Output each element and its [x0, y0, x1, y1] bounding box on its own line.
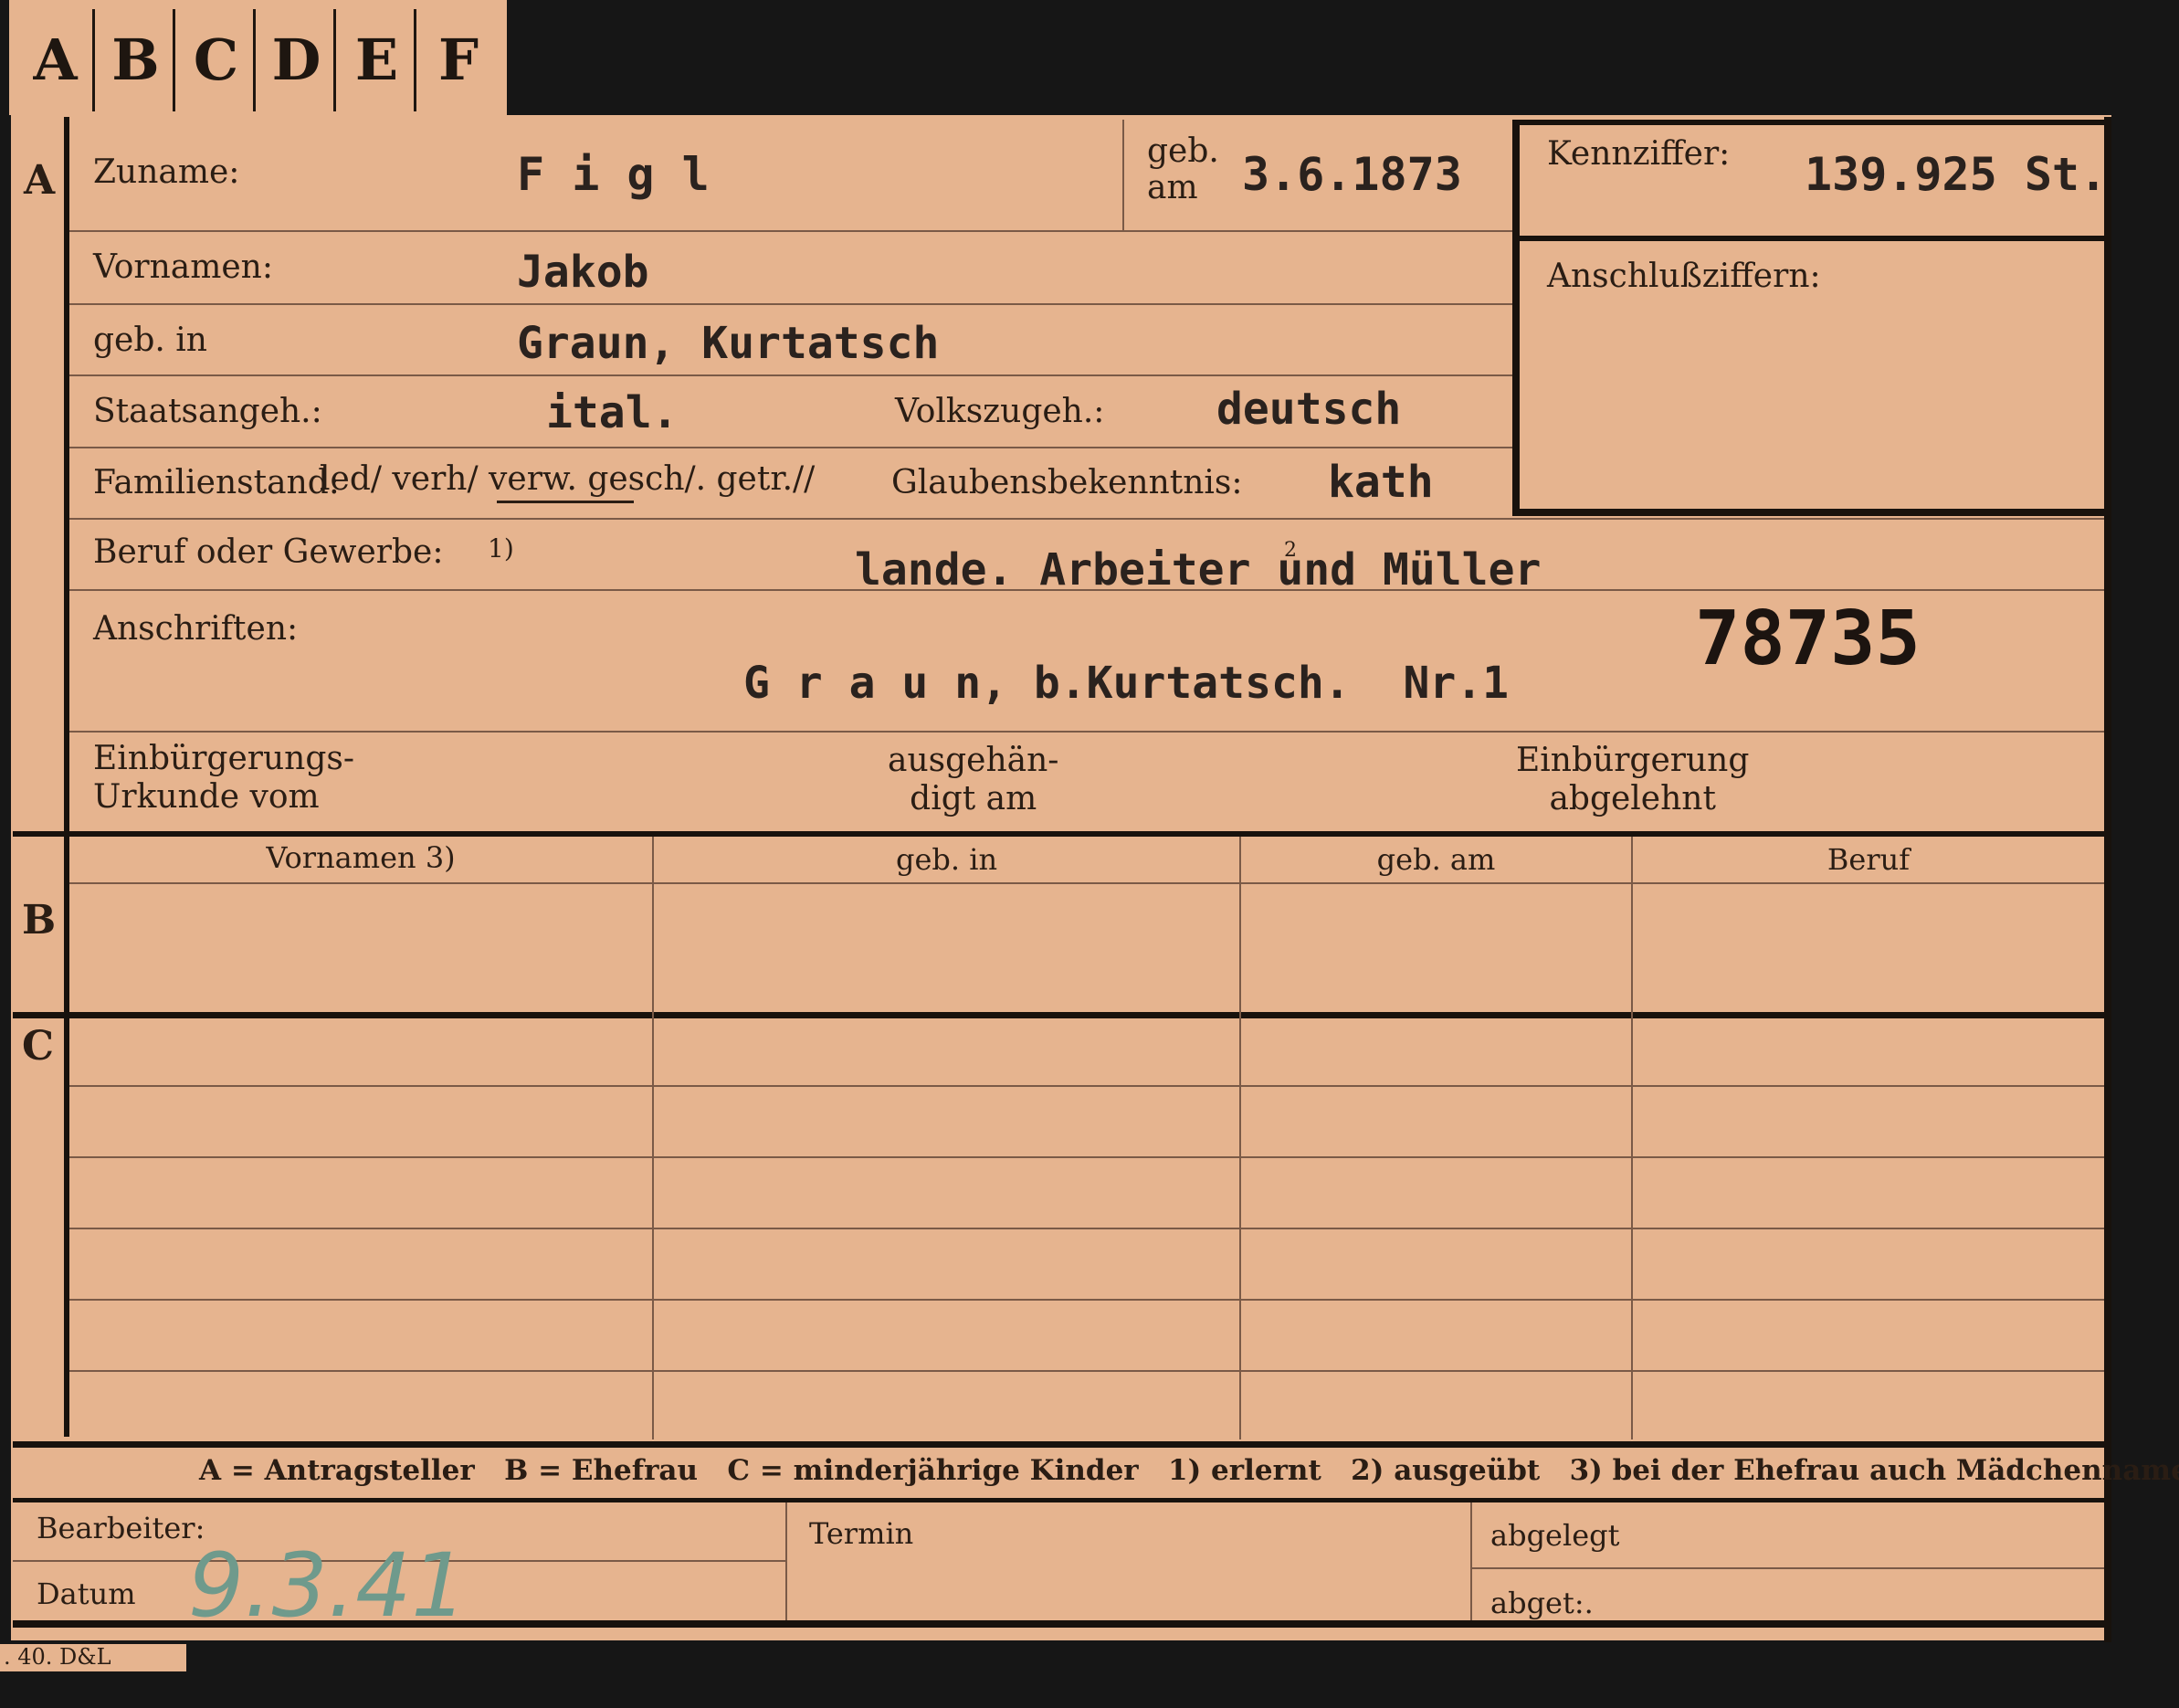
- rule: [69, 447, 1512, 448]
- date-label: Datum: [37, 1576, 136, 1611]
- handed-over-label: ausgehän- digt am: [888, 742, 1059, 817]
- kennziffer-box-bottom: [1512, 509, 2104, 516]
- marital-status-options[interactable]: led/ verh/ verw. gesch/. getr.//: [320, 460, 815, 498]
- section-a-marker: A: [24, 157, 56, 204]
- rule: [69, 230, 1512, 232]
- legend-bottom-rule: [13, 1498, 2104, 1502]
- tab-c[interactable]: C: [179, 9, 256, 111]
- citizenship-value[interactable]: ital.: [546, 387, 679, 438]
- tab-f[interactable]: F: [420, 9, 497, 111]
- rule: [69, 882, 2104, 884]
- legend-top-rule: [13, 1441, 2104, 1448]
- right-card-edge: [2104, 117, 2111, 1642]
- col-divider: [1239, 837, 1241, 1439]
- kennziffer-box-divider: [1512, 236, 2104, 241]
- left-section-rule: [64, 117, 69, 1437]
- section-b-marker: B: [22, 897, 57, 944]
- marital-status-label: Familienstand:: [93, 464, 340, 501]
- rule: [69, 518, 2104, 520]
- date-handwritten[interactable]: 9.3.41: [188, 1534, 467, 1637]
- address-value[interactable]: G r a u n, b.Kurtatsch. Nr.1: [743, 658, 1509, 709]
- rule: [69, 374, 1512, 376]
- birthplace-value[interactable]: Graun, Kurtatsch: [517, 318, 939, 369]
- rule: [69, 303, 1512, 305]
- spouse-birthplace-header: geb. in: [895, 842, 998, 877]
- tab-b[interactable]: B: [99, 9, 175, 111]
- legend: A = Antragsteller B = Ehefrau C = minder…: [199, 1454, 2179, 1487]
- birthplace-label: geb. in: [93, 322, 207, 359]
- rule: [1470, 1567, 2104, 1569]
- tab-e[interactable]: E: [340, 9, 416, 111]
- rule: [1122, 120, 1124, 230]
- citizenship-label: Staatsangeh.:: [93, 393, 322, 430]
- tab-d[interactable]: D: [259, 9, 336, 111]
- given-names-value[interactable]: Jakob: [517, 247, 649, 298]
- col-divider: [785, 1502, 787, 1621]
- stamped-number: 78735: [1695, 596, 1921, 682]
- addresses-label: Anschriften:: [93, 610, 299, 648]
- kennziffer-box-top: [1512, 120, 2104, 125]
- section-c-marker: C: [22, 1023, 55, 1070]
- religion-label: Glaubensbekenntnis:: [891, 464, 1243, 501]
- spouse-birthdate-header: geb. am: [1376, 842, 1496, 877]
- table-row: [69, 1085, 2104, 1087]
- filed-label: abgelegt: [1490, 1518, 1620, 1553]
- birth-date-label: geb. am: [1147, 132, 1219, 206]
- section-c-top-rule: [13, 1012, 2104, 1018]
- index-card: [11, 115, 2111, 1640]
- anschlussziffern-label: Anschlußziffern:: [1547, 258, 1821, 295]
- kennziffer-value[interactable]: 139.925 St.: [1805, 148, 2107, 201]
- occupation-label: Beruf oder Gewerbe:: [93, 533, 444, 571]
- table-row: [69, 1370, 2104, 1372]
- col-divider: [1470, 1502, 1472, 1621]
- spouse-occupation-header: Beruf: [1826, 842, 1911, 877]
- col-divider: [652, 837, 654, 1439]
- removed-label: abget:.: [1490, 1586, 1594, 1620]
- kennziffer-label: Kennziffer:: [1547, 135, 1731, 173]
- section-b-top-rule: [13, 831, 2104, 837]
- tab-a[interactable]: A: [18, 9, 95, 111]
- spouse-given-names-header: Vornamen 3): [266, 840, 456, 875]
- birth-date-value[interactable]: 3.6.1873: [1242, 148, 1462, 201]
- ethnicity-value[interactable]: deutsch: [1216, 384, 1401, 435]
- ethnicity-label: Volkszugeh.:: [895, 393, 1105, 430]
- given-names-label: Vornamen:: [93, 248, 273, 286]
- table-row: [69, 1228, 2104, 1229]
- occupation-footnote-mark: 2: [1284, 539, 1297, 562]
- col-divider: [1631, 837, 1633, 1439]
- naturalization-certificate-label: Einbürgerungs- Urkunde vom: [93, 740, 355, 816]
- appointment-label: Termin: [809, 1516, 914, 1551]
- surname-value[interactable]: F i g l: [517, 148, 710, 201]
- marital-status-underline: [497, 501, 634, 503]
- table-row: [69, 1299, 2104, 1301]
- table-row: [69, 1156, 2104, 1158]
- occupation-footnote: 1): [488, 533, 514, 564]
- occupation-value[interactable]: lande. Arbeiter und Müller: [855, 544, 1541, 596]
- clerk-label: Bearbeiter:: [37, 1511, 205, 1545]
- rule: [69, 731, 2104, 733]
- printer-mark: . 40. D&L: [0, 1644, 186, 1671]
- naturalization-rejected-label: Einbürgerung abgelehnt: [1516, 742, 1750, 817]
- kennziffer-box-left: [1512, 120, 1520, 516]
- surname-label: Zuname:: [93, 153, 240, 191]
- religion-value[interactable]: kath: [1328, 457, 1434, 508]
